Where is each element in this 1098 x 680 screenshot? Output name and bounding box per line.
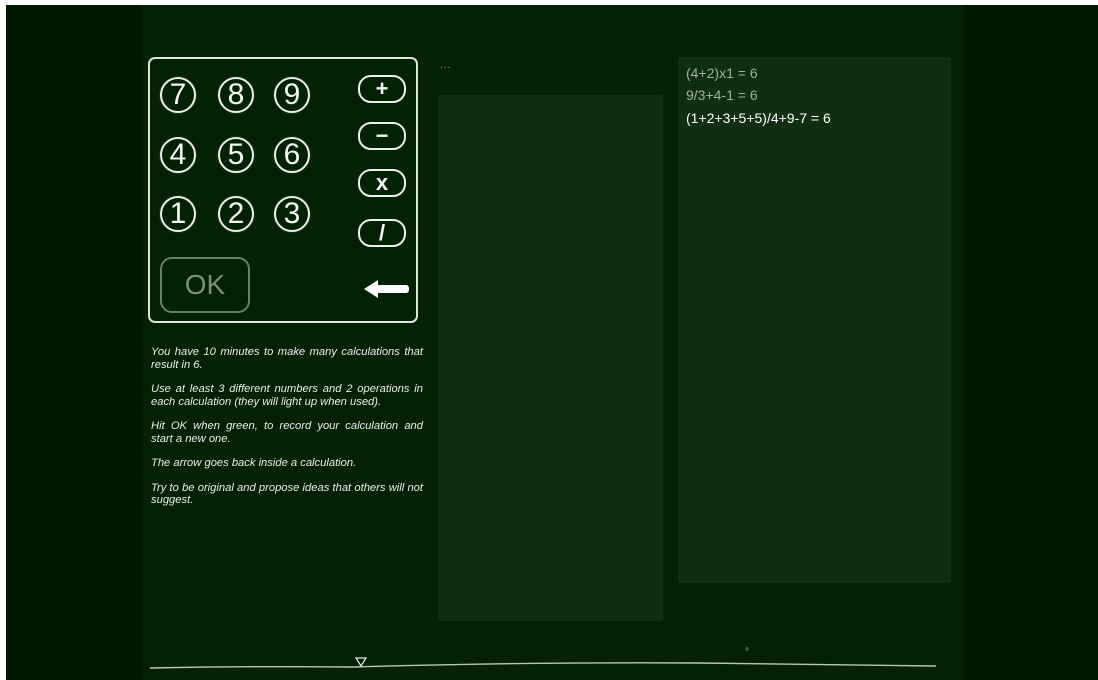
- instruction-text: The arrow goes back inside a calculation…: [151, 457, 357, 469]
- instruction-text: Try to be original and propose ideas tha…: [151, 481, 423, 507]
- digit-9-button[interactable]: 9: [274, 77, 310, 113]
- recorded-calculation: (4+2)x1 = 6: [686, 65, 758, 81]
- digit-1-button[interactable]: 1: [160, 196, 196, 232]
- triangle-down-icon[interactable]: [354, 656, 368, 668]
- digit-8-button[interactable]: 8: [218, 77, 254, 113]
- digit-7-button[interactable]: 7: [160, 77, 196, 113]
- recorded-calculation: (1+2+3+5+5)/4+9-7 = 6: [686, 110, 831, 126]
- digit-5-button[interactable]: 5: [218, 137, 254, 173]
- work-indicator: ...: [440, 60, 452, 71]
- multiply-button[interactable]: x: [358, 169, 406, 197]
- recorded-calculations-panel: (4+2)x1 = 6 9/3+4-1 = 6 (1+2+3+5+5)/4+9-…: [678, 57, 951, 583]
- keypad: 7 8 9 4 5 6 1 2 3 + − x / OK: [148, 57, 418, 323]
- status-dot: [745, 647, 749, 651]
- recorded-calculation: 9/3+4-1 = 6: [686, 87, 758, 103]
- instructions: You have 10 minutes to make many calcula…: [151, 346, 423, 519]
- instruction-text: Use at least 3 different numbers and 2 o…: [151, 383, 423, 408]
- plus-button[interactable]: +: [358, 75, 406, 103]
- left-arrow-icon[interactable]: [362, 277, 410, 301]
- digit-3-button[interactable]: 3: [274, 196, 310, 232]
- digit-2-button[interactable]: 2: [218, 196, 254, 232]
- instruction-text: You have 10 minutes to make many calcula…: [151, 346, 423, 371]
- divide-button[interactable]: /: [358, 219, 406, 247]
- digit-6-button[interactable]: 6: [274, 137, 310, 173]
- minus-button[interactable]: −: [358, 122, 406, 150]
- ok-button[interactable]: OK: [160, 257, 250, 313]
- instruction-text: Hit OK when green, to record your calcul…: [151, 420, 423, 445]
- digit-4-button[interactable]: 4: [160, 137, 196, 173]
- current-calculation-panel: [438, 95, 663, 621]
